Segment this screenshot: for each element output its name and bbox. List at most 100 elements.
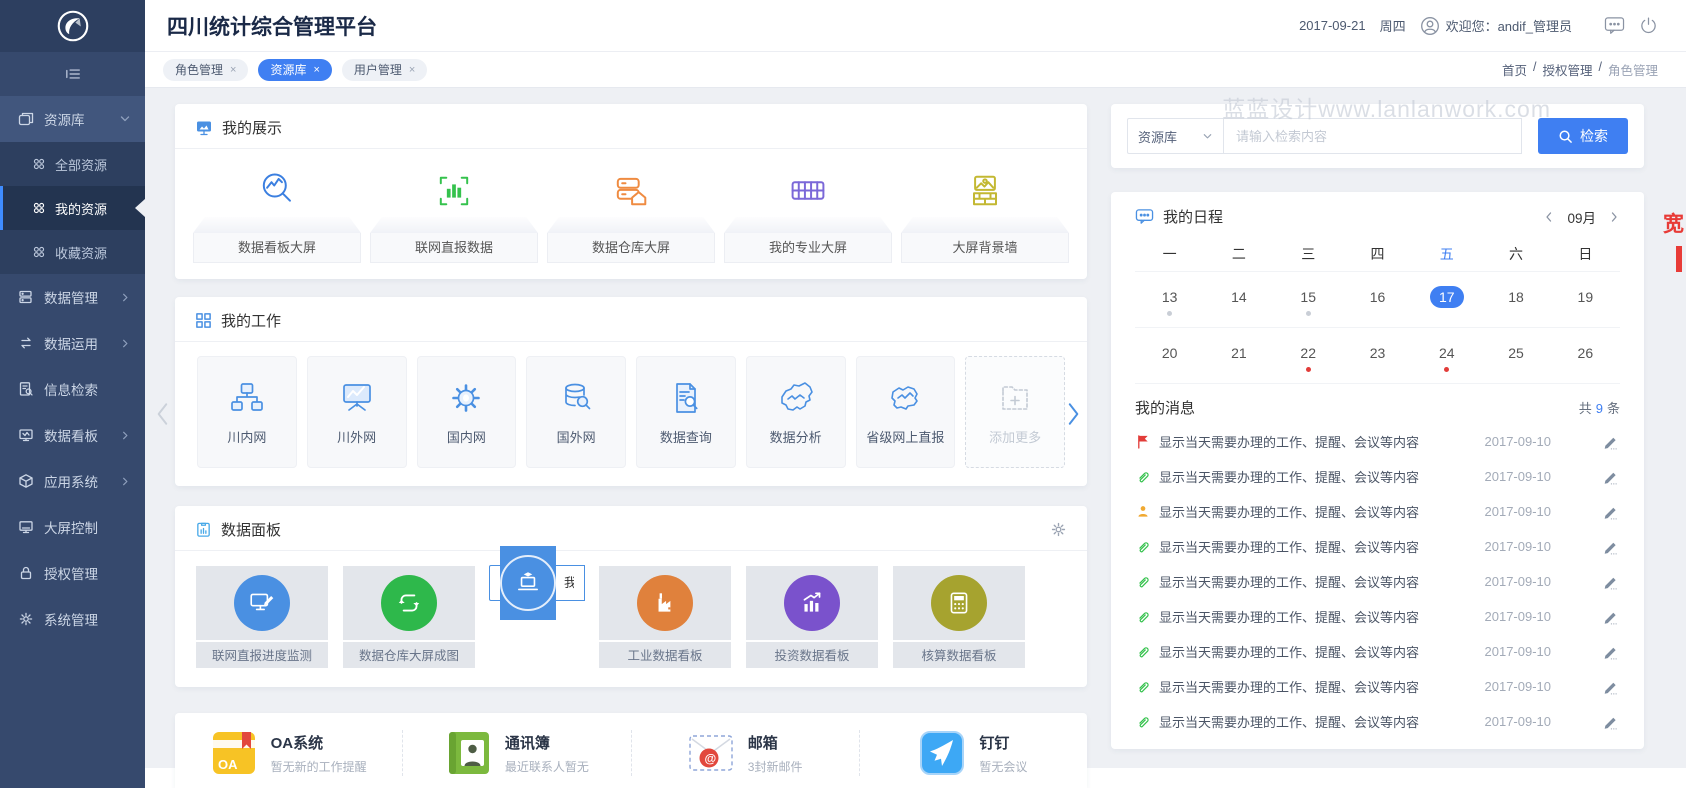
close-icon[interactable]: × [230, 64, 236, 76]
message-row[interactable]: 显示当天需要办理的工作、提醒、会议等内容 2017-09-10 [1135, 669, 1620, 704]
edit-pencil-icon[interactable] [1603, 469, 1618, 485]
work-item-foreign-net[interactable]: 国外网 [526, 356, 626, 468]
prev-month-icon[interactable] [1543, 211, 1555, 223]
calendar-day[interactable]: 18 [1481, 279, 1550, 323]
shortcut-mailbox[interactable]: @ 邮箱 3封新邮件 [631, 730, 859, 776]
panel-tile-investment-data-board[interactable]: 投资数据看板 [745, 565, 879, 669]
message-row[interactable]: 显示当天需要办理的工作、提醒、会议等内容 2017-09-10 [1135, 599, 1620, 634]
calendar-day[interactable]: 20 [1135, 335, 1204, 379]
panel-tile-my-professional-board[interactable]: 我的专业数据看板 [489, 565, 585, 601]
calendar-day[interactable]: 24 [1412, 335, 1481, 379]
next-month-icon[interactable] [1608, 211, 1620, 223]
display-item-my-professional-screen[interactable]: 我的专业大屏 [724, 161, 892, 263]
sidebar-item-system-management[interactable]: 系统管理 [0, 596, 145, 642]
schedule-panel: 我的日程 09月 一 二 三 四 五 六 日 [1111, 192, 1644, 749]
work-item-domestic-net[interactable]: 国内网 [417, 356, 517, 468]
message-row[interactable]: 显示当天需要办理的工作、提醒、会议等内容 2017-09-10 [1135, 704, 1620, 739]
calendar-day-selected[interactable]: 17 [1412, 279, 1481, 323]
edit-pencil-icon[interactable] [1603, 644, 1618, 660]
panel-tile-warehouse-screen-chart[interactable]: 数据仓库大屏成图 [342, 565, 476, 669]
shortcut-oa-system[interactable]: OA OA系统 暂无新的工作提醒 [175, 730, 402, 776]
calendar-day[interactable]: 23 [1343, 335, 1412, 379]
breadcrumb-authorization[interactable]: 授权管理 [1542, 60, 1592, 79]
work-item-provincial-online-report[interactable]: 省级网上直报 [856, 356, 956, 468]
edit-pencil-icon[interactable] [1603, 574, 1618, 590]
panel-tile-accounting-data-board[interactable]: 核算数据看板 [892, 565, 1026, 669]
close-icon[interactable]: × [409, 64, 415, 76]
calendar-day[interactable]: 13 [1135, 279, 1204, 323]
work-item-intranet-sichuan[interactable]: 川内网 [197, 356, 297, 468]
calendar-day[interactable]: 14 [1204, 279, 1273, 323]
panel-tile-online-report-monitor[interactable]: 联网直报进度监测 [195, 565, 329, 669]
calendar-day[interactable]: 16 [1343, 279, 1412, 323]
sidebar-item-resource-lib[interactable]: 资源库 [0, 96, 145, 142]
tab-user-management[interactable]: 用户管理 × [342, 59, 427, 81]
display-item-data-board-screen[interactable]: 数据看板大屏 [193, 161, 361, 263]
display-item-online-report-data[interactable]: 联网直报数据 [370, 161, 538, 263]
panel-tile-industry-data-board[interactable]: 工业数据看板 [598, 565, 732, 669]
edit-pencil-icon[interactable] [1603, 714, 1618, 730]
message-row[interactable]: 显示当天需要办理的工作、提醒、会议等内容 2017-09-10 [1135, 424, 1620, 459]
edit-pencil-icon[interactable] [1603, 609, 1618, 625]
sidebar-collapse-button[interactable] [0, 52, 145, 96]
breadcrumb-home[interactable]: 首页 [1502, 60, 1527, 79]
sidebar-subitem-my-resources[interactable]: 我的资源 [0, 186, 145, 230]
work-item-add-more[interactable]: 添加更多 [965, 356, 1065, 468]
sidebar-subitem-label: 我的资源 [55, 199, 107, 218]
calendar-day[interactable]: 22 [1274, 335, 1343, 379]
message-bubble-icon[interactable] [1604, 16, 1625, 35]
calendar-day[interactable]: 21 [1204, 335, 1273, 379]
work-item-data-analysis[interactable]: 数据分析 [746, 356, 846, 468]
display-item-screen-background-wall[interactable]: 大屏背景墙 [901, 161, 1069, 263]
search-button[interactable]: 检索 [1538, 118, 1628, 154]
message-row[interactable]: 显示当天需要办理的工作、提醒、会议等内容 2017-09-10 [1135, 494, 1620, 529]
resource-lib-icon [18, 111, 34, 127]
sidebar-item-screen-control[interactable]: 大屏控制 [0, 504, 145, 550]
edit-pencil-icon[interactable] [1603, 679, 1618, 695]
message-row[interactable]: 显示当天需要办理的工作、提醒、会议等内容 2017-09-10 [1135, 564, 1620, 599]
edit-pencil-icon[interactable] [1603, 539, 1618, 555]
my-work-section: 我的工作 川内网 [175, 297, 1087, 486]
calendar-day[interactable]: 26 [1551, 335, 1620, 379]
tab-resource-lib[interactable]: 资源库 × [258, 59, 331, 81]
app-root: 资源库 全部资源 我的资源 收藏资源 数据管理 [0, 0, 1686, 788]
display-item-data-warehouse-screen[interactable]: 数据仓库大屏 [547, 161, 715, 263]
sidebar-subitem-favorite-resources[interactable]: 收藏资源 [0, 230, 145, 274]
edit-pencil-icon[interactable] [1603, 434, 1618, 450]
work-item-data-query[interactable]: 数据查询 [636, 356, 736, 468]
scroll-right-icon[interactable] [1065, 401, 1081, 427]
sidebar-item-label: 数据看板 [44, 425, 120, 445]
edit-pencil-icon[interactable] [1603, 504, 1618, 520]
calendar-day[interactable]: 25 [1481, 335, 1550, 379]
scroll-left-icon[interactable] [155, 401, 171, 427]
calculator-icon [945, 589, 973, 617]
search-input[interactable] [1223, 118, 1522, 154]
shortcut-dingtalk[interactable]: 钉钉 暂无会议 [859, 730, 1087, 776]
dingtalk-wing-icon [919, 730, 965, 776]
paperclip-icon [1135, 644, 1151, 659]
work-item-extranet-sichuan[interactable]: 川外网 [307, 356, 407, 468]
sidebar-item-data-dashboard[interactable]: 数据看板 [0, 412, 145, 458]
search-icon [1558, 129, 1573, 144]
sidebar-item-label: 数据管理 [44, 287, 120, 307]
sidebar-item-data-management[interactable]: 数据管理 [0, 274, 145, 320]
shortcut-address-book[interactable]: 通讯簿 最近联系人暂无 [402, 730, 630, 776]
sidebar-item-authorization[interactable]: 授权管理 [0, 550, 145, 596]
search-category-select[interactable]: 资源库 [1127, 118, 1223, 154]
shortcuts-bar: OA OA系统 暂无新的工作提醒 [175, 713, 1087, 788]
power-icon[interactable] [1639, 16, 1658, 35]
contacts-book-icon [445, 730, 491, 776]
sidebar-item-info-search[interactable]: 信息检索 [0, 366, 145, 412]
close-icon[interactable]: × [313, 64, 319, 76]
calendar-day[interactable]: 15 [1274, 279, 1343, 323]
message-row[interactable]: 显示当天需要办理的工作、提醒、会议等内容 2017-09-10 [1135, 459, 1620, 494]
calendar-day[interactable]: 19 [1551, 279, 1620, 323]
sidebar-item-app-systems[interactable]: 应用系统 [0, 458, 145, 504]
tab-role-management[interactable]: 角色管理 × [163, 59, 248, 81]
sidebar-subitem-all-resources[interactable]: 全部资源 [0, 142, 145, 186]
sidebar-item-data-usage[interactable]: 数据运用 [0, 320, 145, 366]
message-row[interactable]: 显示当天需要办理的工作、提醒、会议等内容 2017-09-10 [1135, 529, 1620, 564]
panel-settings-gear-icon[interactable] [1050, 521, 1067, 538]
header-date: 2017-09-21 [1299, 18, 1366, 33]
message-row[interactable]: 显示当天需要办理的工作、提醒、会议等内容 2017-09-10 [1135, 634, 1620, 669]
